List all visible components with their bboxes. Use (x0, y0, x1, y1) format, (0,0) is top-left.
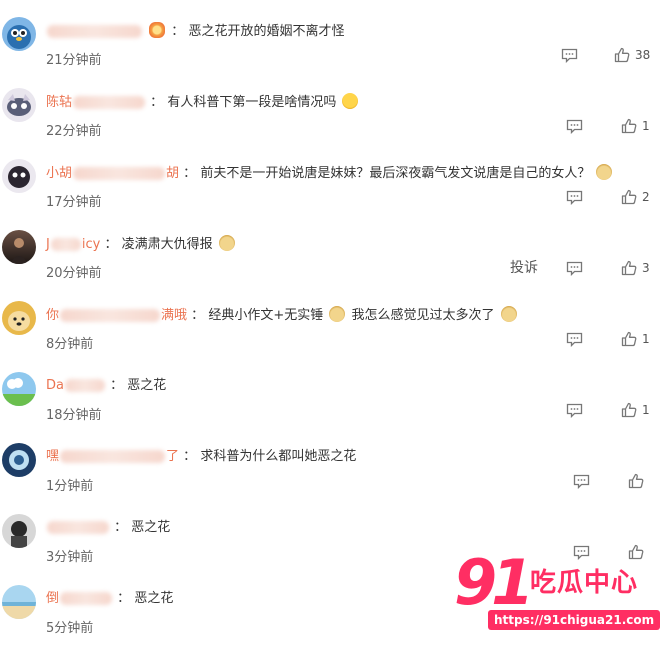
reply-button[interactable] (566, 400, 583, 420)
username[interactable]: 倒 (46, 591, 113, 606)
comment-time: 5分钟前 (46, 621, 94, 636)
reply-button[interactable] (573, 471, 590, 491)
reply-button[interactable] (566, 187, 583, 207)
comment-item: Da ： 恶之花 18分钟前 1 (0, 369, 662, 440)
like-button[interactable]: 38 (614, 45, 650, 65)
username[interactable]: 你满哦 (46, 308, 187, 323)
reply-icon (566, 190, 583, 205)
comment-item: 嘿了 ： 求科普为什么都叫她恶之花 1分钟前 (0, 440, 662, 511)
reply-icon (561, 48, 578, 63)
like-count: 1 (642, 332, 650, 346)
avatar[interactable] (2, 159, 36, 193)
comment-time: 21分钟前 (46, 53, 102, 68)
doge-emoji-icon (329, 306, 346, 322)
report-button[interactable]: 投诉 (510, 257, 538, 277)
reply-icon (566, 119, 583, 134)
thumbs-up-icon (628, 473, 644, 489)
username[interactable]: 小胡胡 (46, 166, 179, 181)
comment-time: 22分钟前 (46, 124, 102, 139)
comment-time: 1分钟前 (46, 479, 94, 494)
thumbs-up-icon (621, 331, 637, 347)
comment-time: 17分钟前 (46, 195, 102, 210)
thumbs-up-icon (621, 189, 637, 205)
like-button[interactable] (628, 471, 644, 491)
doge-emoji-icon (218, 235, 235, 251)
username[interactable] (46, 520, 110, 535)
comment-text: 经典小作文+无实锤 (208, 308, 324, 323)
flower-emoji-icon (149, 22, 166, 38)
comment-item: 小胡胡 ： 前夫不是一开始说唐是妹妹？最后深夜霸气发文说唐是自己的女人？ 17分… (0, 156, 662, 227)
comment-item: ： 恶之花开放的婚姻不离才怪 21分钟前 38 (0, 14, 662, 85)
watermark-title: 吃瓜中心 (530, 568, 639, 598)
avatar[interactable] (2, 88, 36, 122)
comment-text-2: 我怎么感觉见过太多次了 (351, 308, 495, 323)
comment-time: 8分钟前 (46, 337, 94, 352)
comment-item: Jicy ： 凌满肃大仇得报 20分钟前 投诉 3 (0, 227, 662, 298)
comment-text: 恶之花开放的婚姻不离才怪 (188, 24, 345, 39)
comment-text: 前夫不是一开始说唐是妹妹？最后深夜霸气发文说唐是自己的女人？ (200, 166, 591, 181)
avatar[interactable] (2, 372, 36, 406)
comment-text: 恶之花 (127, 378, 167, 393)
like-button[interactable]: 3 (621, 258, 650, 278)
doge-emoji-icon (596, 164, 613, 180)
comment-time: 3分钟前 (46, 550, 94, 565)
reply-icon (566, 332, 583, 347)
like-count: 1 (642, 119, 650, 133)
reply-button[interactable] (566, 258, 583, 278)
username[interactable]: 陈轱 (46, 95, 146, 110)
like-count: 2 (642, 190, 650, 204)
reply-button[interactable] (566, 329, 583, 349)
thumbs-up-icon (621, 260, 637, 276)
thumbs-up-icon (621, 402, 637, 418)
avatar[interactable] (2, 585, 36, 619)
comment-item: 陈轱 ： 有人科普下第一段是啥情况吗 22分钟前 1 (0, 85, 662, 156)
like-count: 38 (635, 48, 651, 62)
laughing-tears-emoji-icon (342, 93, 359, 109)
doge-emoji-icon (500, 306, 517, 322)
comment-text: 有人科普下第一段是啥情况吗 (167, 95, 337, 110)
username[interactable]: Da (46, 378, 106, 393)
reply-button[interactable] (566, 116, 583, 136)
like-button[interactable]: 2 (621, 187, 650, 207)
comment-time: 20分钟前 (46, 266, 102, 281)
comment-text: 凌满肃大仇得报 (121, 237, 213, 252)
username[interactable]: Jicy (46, 237, 100, 252)
like-button[interactable]: 1 (621, 400, 650, 420)
comment-text: 求科普为什么都叫她恶之花 (200, 449, 357, 464)
reply-icon (566, 261, 583, 276)
reply-icon (566, 403, 583, 418)
like-count: 1 (642, 403, 650, 417)
thumbs-up-icon (621, 118, 637, 134)
comment-text: 恶之花 (134, 591, 174, 606)
comment-item: 你满哦 ： 经典小作文+无实锤 我怎么感觉见过太多次了 8分钟前 1 (0, 298, 662, 369)
avatar[interactable] (2, 230, 36, 264)
site-watermark: 91 吃瓜中心 https://91chigua21.com (454, 546, 661, 638)
avatar[interactable] (2, 301, 36, 335)
comment-time: 18分钟前 (46, 408, 102, 423)
thumbs-up-icon (614, 47, 630, 63)
username[interactable] (46, 24, 143, 39)
reply-icon (573, 474, 590, 489)
username[interactable]: 嘿了 (46, 449, 179, 464)
like-count: 3 (642, 261, 650, 275)
watermark-url: https://91chigua21.com (488, 610, 661, 630)
avatar[interactable] (2, 514, 36, 548)
like-button[interactable]: 1 (621, 116, 650, 136)
like-button[interactable]: 1 (621, 329, 650, 349)
avatar[interactable] (2, 17, 36, 51)
reply-button[interactable] (561, 45, 578, 65)
watermark-number: 91 (454, 546, 534, 619)
avatar[interactable] (2, 443, 36, 477)
comment-text: 恶之花 (131, 520, 171, 535)
